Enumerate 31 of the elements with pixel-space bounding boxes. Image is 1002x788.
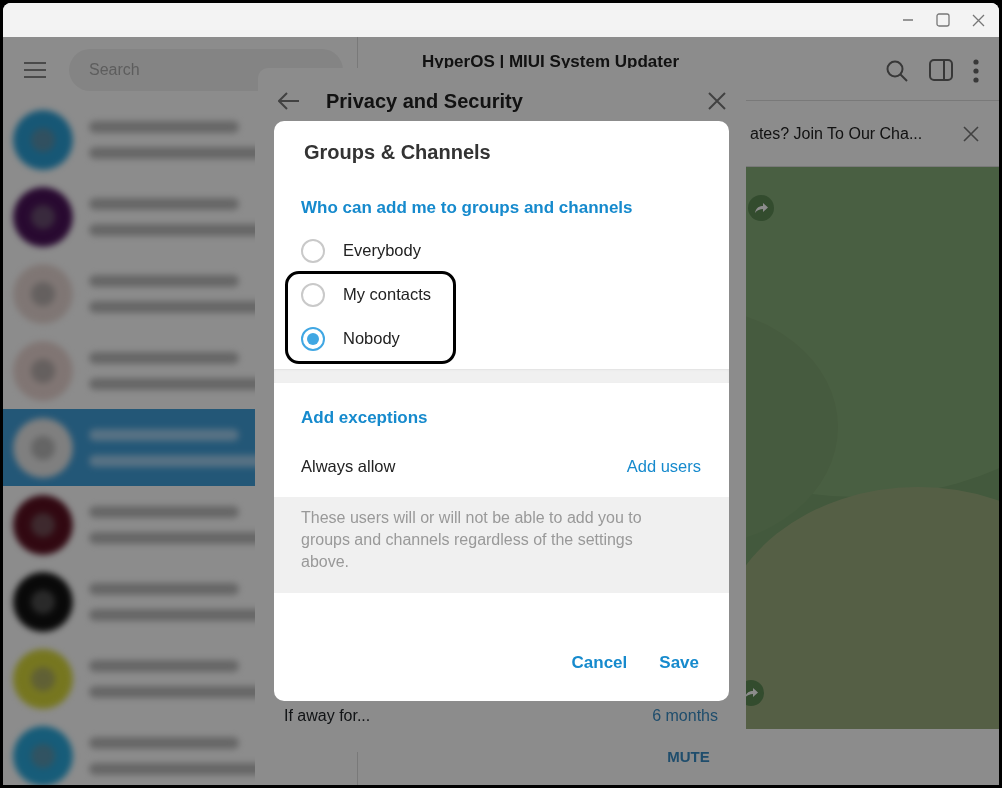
radio-icon[interactable] bbox=[301, 238, 325, 263]
close-icon[interactable] bbox=[708, 92, 726, 110]
note-text: These users will or will not be able to add you to groups and channels regardless of the settings above. bbox=[274, 496, 729, 593]
dialog-button[interactable]: Cancel bbox=[557, 643, 642, 681]
option-label: Nobody bbox=[343, 328, 400, 350]
sidebar-toggle-icon[interactable] bbox=[929, 59, 953, 81]
panel-title: Privacy and Security bbox=[326, 89, 524, 114]
add-users-link[interactable]: Add users bbox=[626, 454, 701, 479]
radio-icon[interactable] bbox=[301, 326, 325, 351]
setting-label: If away for... bbox=[284, 706, 371, 726]
dialog-button[interactable]: Save bbox=[645, 643, 713, 681]
close-icon[interactable] bbox=[972, 13, 985, 27]
radio-option[interactable]: Nobody bbox=[274, 316, 729, 361]
pinned-message[interactable]: ates? Join To Our Cha... bbox=[750, 121, 923, 146]
radio-option[interactable]: My contacts bbox=[274, 272, 729, 317]
option-label: Everybody bbox=[343, 240, 421, 262]
search-icon[interactable] bbox=[885, 59, 909, 83]
exception-label: Always allow bbox=[301, 456, 396, 477]
back-arrow-icon[interactable] bbox=[278, 92, 300, 110]
maximize-icon[interactable] bbox=[936, 13, 950, 27]
radio-icon[interactable] bbox=[301, 282, 325, 307]
setting-value[interactable]: 6 months bbox=[652, 704, 718, 728]
close-icon[interactable] bbox=[963, 125, 979, 142]
forward-icon[interactable] bbox=[748, 195, 774, 221]
menu-icon[interactable] bbox=[23, 61, 47, 79]
option-label: My contacts bbox=[343, 284, 432, 306]
radio-option[interactable]: Everybody bbox=[274, 228, 729, 273]
section-heading: Add exceptions bbox=[300, 406, 429, 429]
section-heading: Who can add me to groups and channels bbox=[300, 197, 634, 219]
more-icon[interactable] bbox=[973, 59, 979, 83]
dialog-title: Groups & Channels bbox=[303, 140, 492, 165]
